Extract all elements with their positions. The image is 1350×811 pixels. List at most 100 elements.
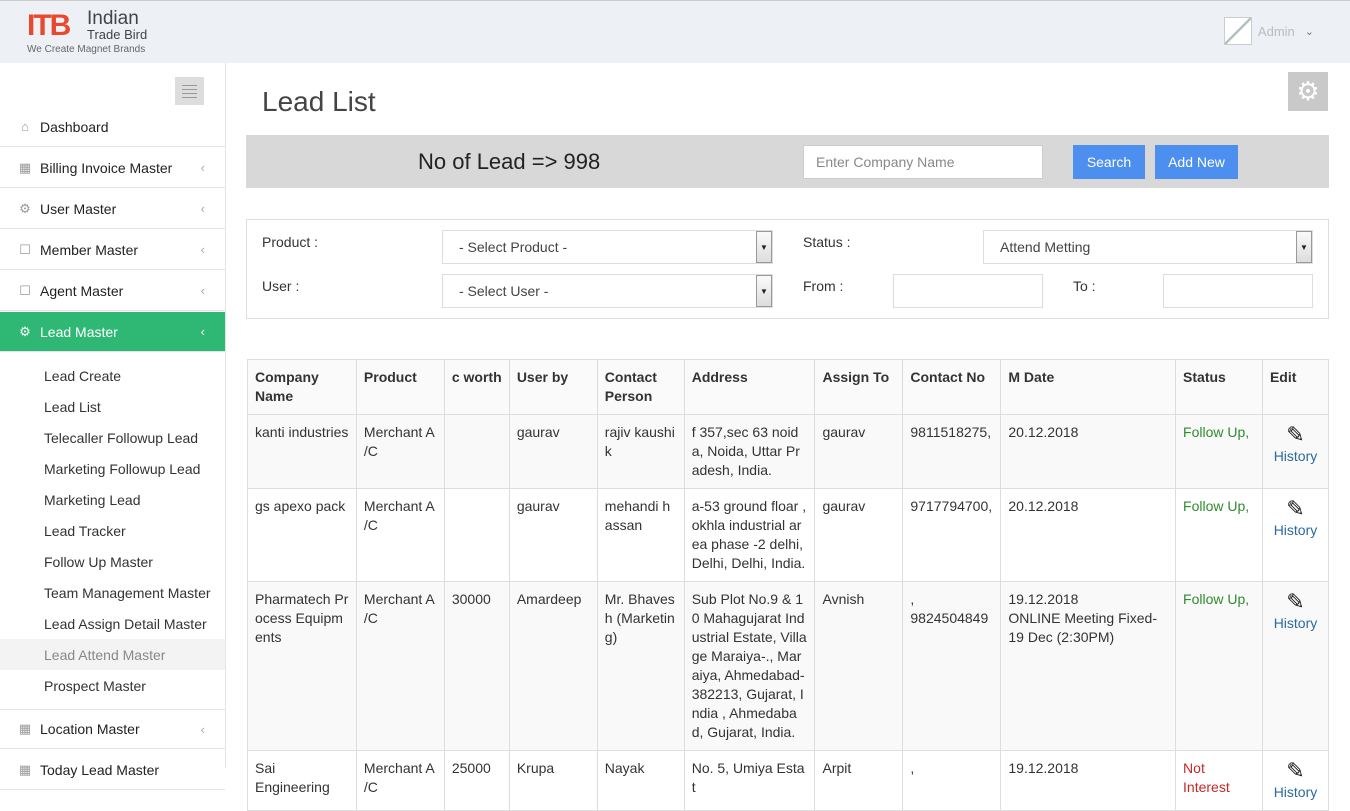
lead-table: Company Name Product c worth User by Con…: [247, 359, 1330, 811]
status-select[interactable]: Attend Metting ▼: [983, 230, 1313, 264]
status-select-value: Attend Metting: [1000, 239, 1091, 255]
sidebar-sub-marketing-lead[interactable]: Marketing Lead: [0, 484, 225, 515]
table-row: Sai Engineering Merchant A /C 25000 Krup…: [247, 750, 1330, 811]
cell-mdate: 19.12.2018 ONLINE Meeting Fixed-19 Dec (2…: [1000, 581, 1177, 751]
chevron-left-icon: ‹: [200, 324, 205, 339]
cell-edit: ✎ History: [1261, 414, 1330, 489]
sidebar-item-user-master[interactable]: ⚙ User Master ‹: [0, 189, 225, 229]
top-header: ITB Indian Trade Bird We Create Magnet B…: [0, 0, 1350, 63]
column-header[interactable]: Address: [683, 359, 816, 415]
sidebar-sub-team-management[interactable]: Team Management Master: [0, 577, 225, 608]
history-link[interactable]: History: [1270, 447, 1321, 466]
cell-edit: ✎ History: [1261, 488, 1330, 582]
history-link[interactable]: History: [1270, 614, 1321, 633]
cell-company: Sai Engineering: [247, 750, 357, 811]
column-header[interactable]: Status: [1175, 359, 1263, 415]
menu-toggle-icon[interactable]: [175, 77, 204, 105]
cell-worth: 25000: [443, 750, 510, 811]
sidebar-sub-telecaller-followup[interactable]: Telecaller Followup Lead: [0, 422, 225, 453]
gear-icon[interactable]: ⚙: [1288, 72, 1328, 111]
history-link[interactable]: History: [1270, 521, 1321, 540]
edit-icon[interactable]: ✎: [1286, 423, 1304, 447]
mdate: 19.12.2018: [1008, 591, 1079, 607]
product-select[interactable]: - Select Product - ▼: [442, 230, 773, 264]
sidebar-sub-marketing-followup[interactable]: Marketing Followup Lead: [0, 453, 225, 484]
to-date-input[interactable]: [1163, 274, 1313, 308]
cell-user: gaurav: [508, 414, 598, 489]
lead-count: No of Lead => 998: [418, 149, 601, 174]
cell-mdate: 20.12.2018: [1000, 414, 1177, 489]
sidebar-item-agent-master[interactable]: ☐ Agent Master ‹: [0, 271, 225, 311]
table-icon: ▦: [18, 159, 32, 175]
cell-assign: Avnish: [814, 581, 904, 751]
sidebar-item-dashboard[interactable]: ⌂ Dashboard: [0, 107, 225, 147]
sidebar-sub-lead-attend[interactable]: Lead Attend Master: [0, 639, 225, 670]
user-name: Admin: [1257, 23, 1295, 39]
column-header[interactable]: Assign To: [814, 359, 904, 415]
company-search-input[interactable]: [803, 145, 1043, 179]
logo-tagline: We Create Magnet Brands: [27, 44, 146, 55]
cell-address: Sub Plot No.9 & 10 Mahagujarat Industria…: [683, 581, 816, 751]
cell-mdate: 19.12.2018: [1000, 750, 1177, 811]
cell-edit: ✎ History: [1261, 581, 1330, 751]
sidebar-item-lead-master[interactable]: ⚙ Lead Master ‹: [0, 312, 225, 352]
column-header[interactable]: Contact Person: [596, 359, 685, 415]
cell-user: Amardeep: [508, 581, 598, 751]
sidebar-sub-prospect-master[interactable]: Prospect Master: [0, 670, 225, 701]
cell-product: Merchant A /C: [355, 581, 445, 751]
sidebar-item-location-master[interactable]: ▦ Location Master ‹: [0, 709, 225, 749]
brand-logo[interactable]: ITB Indian Trade Bird We Create Magnet B…: [27, 9, 167, 57]
cell-worth: [443, 414, 510, 489]
cell-company: gs apexo pack: [247, 488, 357, 582]
edit-icon[interactable]: ✎: [1286, 759, 1304, 783]
column-header[interactable]: Company Name: [247, 359, 357, 415]
column-header[interactable]: User by: [508, 359, 598, 415]
dropdown-arrow-icon: ▼: [756, 231, 772, 263]
chevron-left-icon: ‹: [200, 160, 205, 175]
sidebar-sub-lead-assign-detail[interactable]: Lead Assign Detail Master: [0, 608, 225, 639]
edit-icon[interactable]: ✎: [1286, 590, 1304, 614]
cell-address: No. 5, Umiya Estat: [683, 750, 816, 811]
product-label: Product :: [262, 234, 319, 250]
from-date-input[interactable]: [893, 274, 1043, 308]
column-header[interactable]: Product: [355, 359, 445, 415]
product-select-value: - Select Product -: [459, 239, 568, 255]
sidebar-item-label: User Master: [40, 200, 117, 217]
cell-product: Merchant A /C: [355, 750, 445, 811]
cell-assign: gaurav: [814, 414, 904, 489]
user-menu[interactable]: Admin ⌄: [1223, 16, 1314, 46]
status-badge: Not Interest: [1175, 750, 1263, 811]
sidebar-item-today-lead-master[interactable]: ▦ Today Lead Master: [0, 750, 225, 790]
cell-contact: rajiv kaushik: [596, 414, 685, 489]
sidebar-sub-lead-tracker[interactable]: Lead Tracker: [0, 515, 225, 546]
sidebar-sub-lead-create[interactable]: Lead Create: [0, 360, 225, 391]
sidebar-item-billing-invoice[interactable]: ▦ Billing Invoice Master ‹: [0, 148, 225, 188]
chevron-left-icon: ‹: [200, 242, 205, 257]
history-link[interactable]: History: [1270, 783, 1321, 802]
user-label: User :: [262, 278, 300, 294]
column-header[interactable]: c worth: [443, 359, 510, 415]
add-new-button[interactable]: Add New: [1155, 145, 1238, 179]
edit-icon[interactable]: ✎: [1286, 497, 1304, 521]
user-select[interactable]: - Select User - ▼: [442, 274, 773, 308]
table-row: kanti industries Merchant A /C gaurav ra…: [247, 414, 1330, 489]
table-icon: ▦: [18, 721, 32, 736]
sidebar-item-member-master[interactable]: ☐ Member Master ‹: [0, 230, 225, 270]
column-header[interactable]: Edit: [1261, 359, 1330, 415]
cogs-icon: ⚙: [19, 323, 31, 339]
dropdown-arrow-icon: ▼: [756, 275, 772, 307]
bookmark-icon: ☐: [19, 282, 31, 298]
cogs-icon: ⚙: [19, 200, 31, 216]
mdate-note: ONLINE Meeting Fixed-19 Dec (2:30PM): [1008, 610, 1157, 645]
sidebar-item-label: Billing Invoice Master: [40, 159, 173, 176]
cell-contact: Nayak: [596, 750, 685, 811]
from-label: From :: [803, 278, 844, 294]
sidebar: ⌂ Dashboard ▦ Billing Invoice Master ‹ ⚙…: [0, 63, 226, 790]
sidebar-sub-follow-up-master[interactable]: Follow Up Master: [0, 546, 225, 577]
mdate: 20.12.2018: [1008, 498, 1079, 514]
column-header[interactable]: Contact No: [902, 359, 1002, 415]
sidebar-sub-lead-list[interactable]: Lead List: [0, 391, 225, 422]
search-button[interactable]: Search: [1073, 145, 1145, 179]
column-header[interactable]: M Date: [1000, 359, 1177, 415]
lead-toolbar: No of Lead => 998 Search Add New: [246, 135, 1329, 188]
